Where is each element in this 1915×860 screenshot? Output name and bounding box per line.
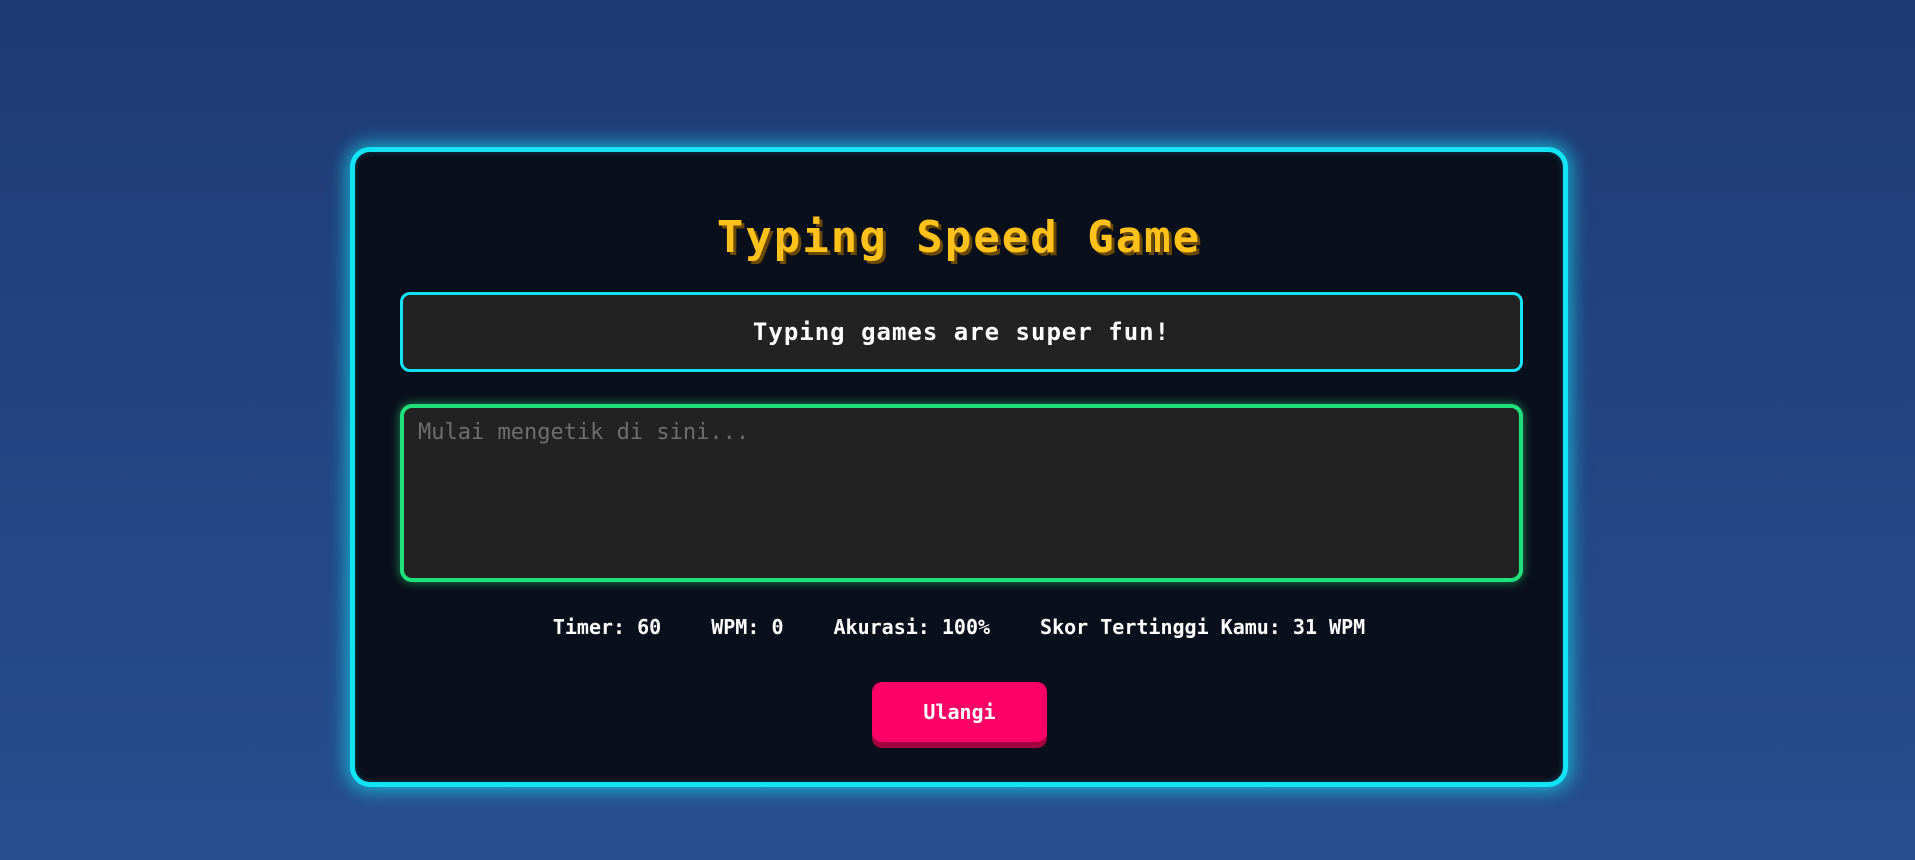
typing-input[interactable] <box>400 404 1523 582</box>
highscore-unit: WPM <box>1329 615 1366 639</box>
target-sentence-text: Typing games are super fun! <box>752 318 1171 346</box>
wpm-value: 0 <box>771 615 784 639</box>
timer-label: Timer: <box>552 615 626 639</box>
accuracy-value: 100% <box>941 615 991 639</box>
wpm-label: WPM: <box>711 615 760 639</box>
accuracy-stat: Akurasi: 100% <box>833 615 990 639</box>
restart-button[interactable]: Ulangi <box>872 682 1047 742</box>
game-title: Typing Speed Game <box>716 212 1202 263</box>
wpm-stat: WPM: 0 <box>711 615 783 639</box>
target-sentence: Typing games are super fun! <box>400 292 1523 372</box>
stats-bar: Timer: 60 WPM: 0 Akurasi: 100% Skor Tert… <box>355 615 1563 639</box>
game-card: Typing Speed Game Typing games are super… <box>350 147 1568 787</box>
highscore-label: Skor Tertinggi Kamu: <box>1040 615 1281 639</box>
accuracy-label: Akurasi: <box>833 615 930 639</box>
highscore-stat: Skor Tertinggi Kamu: 31 WPM <box>1040 615 1365 639</box>
timer-stat: Timer: 60 <box>553 615 661 639</box>
timer-value: 60 <box>637 615 662 639</box>
highscore-value: 31 <box>1292 615 1317 639</box>
